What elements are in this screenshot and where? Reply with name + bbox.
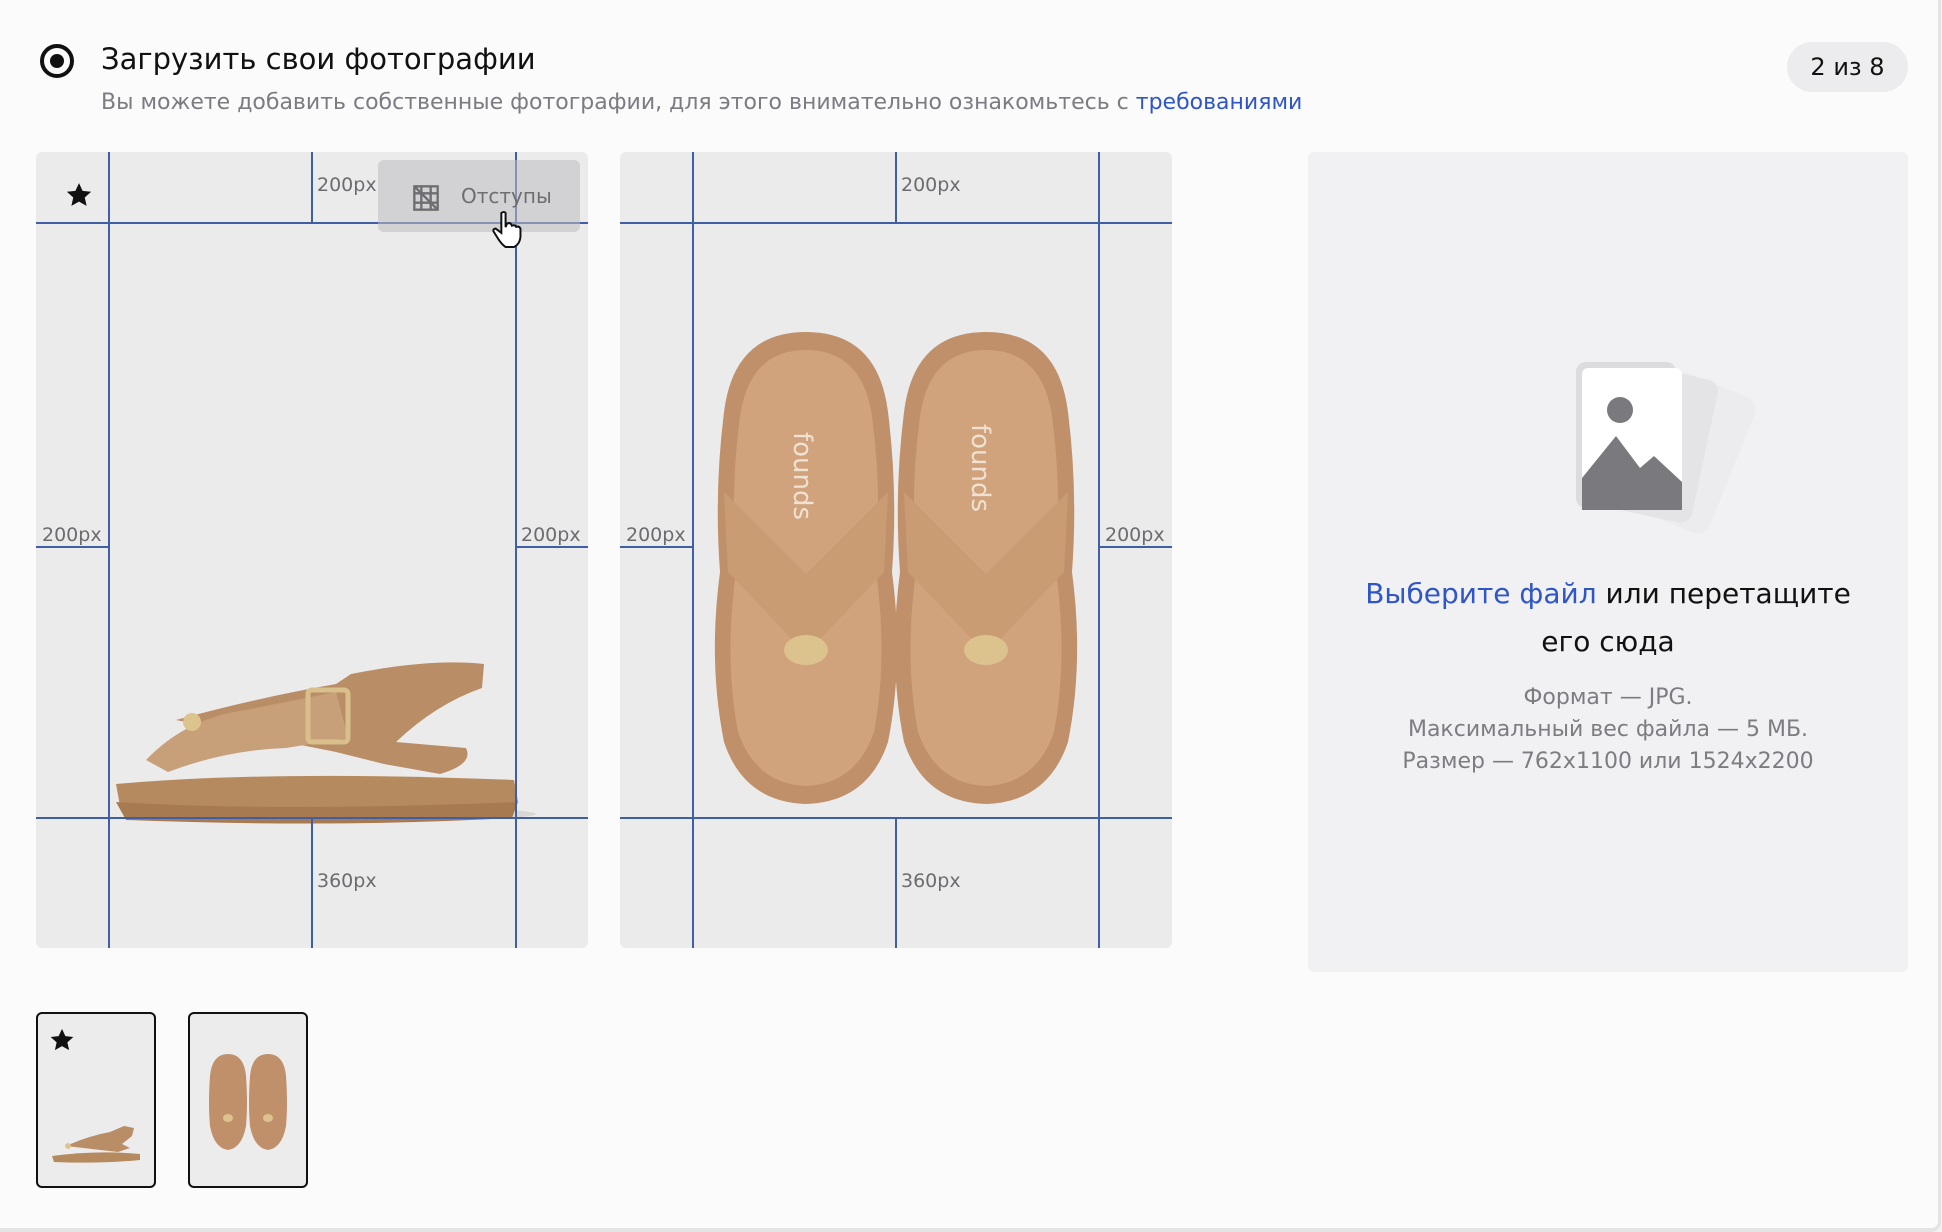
thumbnail-1[interactable] [36,1012,156,1188]
margin-label-right: 200px [521,524,581,546]
margin-label-top: 200px [317,174,377,196]
margin-label-left: 200px [626,524,686,546]
guide-line-right [515,152,517,948]
margins-toggle-button[interactable]: Отступы [378,160,580,232]
thumbnail-sandals-top-image [209,1054,287,1150]
guide-line-mid-right [1098,546,1172,548]
hand-cursor-icon [492,210,522,248]
margin-label-right: 200px [1105,524,1165,546]
margin-label-left: 200px [42,524,102,546]
section-title: Загрузить свои фотографии [101,42,536,76]
dropzone-text: Выберите файл или перетащите его сюда [1338,570,1878,666]
margin-label-top: 200px [901,174,961,196]
subtitle-text: Вы можете добавить собственные фотографи… [101,90,1136,115]
upload-section: Загрузить свои фотографии Вы можете доба… [0,0,1941,1232]
guide-line-left [108,152,110,948]
margin-label-bottom: 360px [901,870,961,892]
upload-own-photos-radio[interactable] [40,44,74,78]
guide-line-center-bottom [311,817,313,948]
requirements-link[interactable]: требованиями [1136,90,1303,115]
choose-file-link[interactable]: Выберите файл [1365,577,1596,610]
margins-button-label: Отступы [461,184,552,208]
star-icon[interactable] [64,180,94,210]
grid-icon [413,185,439,211]
photo-card-1[interactable]: 200px 200px 200px 360px Отступы [36,152,588,948]
requirement-dimensions: Размер — 762х1100 или 1524х2200 [1402,749,1814,774]
margin-label-bottom: 360px [317,870,377,892]
guide-line-left [692,152,694,948]
star-icon [50,1028,74,1051]
guide-line-mid-right [515,546,588,548]
guide-line-center-bottom [895,817,897,948]
guide-line-right [1098,152,1100,948]
brand-print-right: founds [965,424,995,512]
requirement-format: Формат — JPG. [1523,685,1693,710]
guide-line-center-top [895,152,897,223]
photo-card-2[interactable]: founds founds 200px 200px 200px 360px [620,152,1172,948]
image-stack-icon [1576,362,1756,534]
thumbnail-2[interactable] [188,1012,308,1188]
photo-counter-badge: 2 из 8 [1787,42,1908,92]
guide-line-center-top [311,152,313,223]
requirement-max-size: Максимальный вес файла — 5 МБ. [1407,717,1809,742]
file-requirements: Формат — JPG. Максимальный вес файла — 5… [1338,682,1878,778]
section-subtitle: Вы можете добавить собственные фотографи… [101,90,1302,115]
brand-print-left: founds [787,432,817,520]
guide-line-mid-left [620,546,692,548]
file-dropzone[interactable]: Выберите файл или перетащите его сюда Фо… [1308,152,1908,972]
guide-line-mid-left [36,546,108,548]
